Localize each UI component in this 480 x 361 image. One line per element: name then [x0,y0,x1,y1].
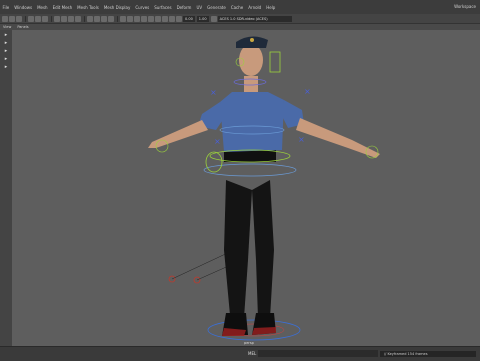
viewport-scene: × × × × [148,36,380,341]
right-leg [252,180,274,318]
color-management-icon[interactable] [210,15,217,22]
toolbar-divider [51,15,52,22]
menu-mesh-tools[interactable]: Mesh Tools [75,5,102,10]
render-settings-icon[interactable] [101,15,107,22]
cog-control[interactable] [203,163,297,177]
menu-arnold[interactable]: Arnold [246,5,264,10]
maya-window: File Windows Mesh Edit Mesh Mesh Tools M… [0,0,480,361]
textured-icon[interactable] [148,15,154,22]
menu-mesh-display[interactable]: Mesh Display [101,5,133,10]
command-line: MEL // Keyframed 154 frames [0,346,480,361]
persp-viewport[interactable]: × × × × persp [12,30,480,346]
command-input[interactable] [258,350,378,357]
lasso-tool-icon[interactable] [9,15,15,22]
panel-menu-panels[interactable]: Panels [14,25,31,29]
smooth-shade-icon[interactable] [141,15,147,22]
snap-curve-icon[interactable] [61,15,67,22]
select-tool-icon[interactable] [2,15,8,22]
shoulder-right-control[interactable]: × [304,87,311,96]
neck [244,76,258,92]
toolbar-divider [84,15,85,22]
left-arm [148,120,208,148]
snap-point-icon[interactable] [68,15,74,22]
menu-edit-mesh[interactable]: Edit Mesh [50,5,75,10]
scale-tool-icon[interactable] [42,15,48,22]
far-clip-field[interactable]: 1.00 [196,15,209,22]
status-line: 0.00 1.00 ACES 1.0 SDR-video (ACES) [0,14,480,24]
menu-bar: File Windows Mesh Edit Mesh Mesh Tools M… [0,0,480,14]
toolbar-divider [117,15,118,22]
menu-surfaces[interactable]: Surfaces [152,5,174,10]
rotate-tool-icon[interactable] [35,15,41,22]
shadows-icon[interactable] [162,15,168,22]
menu-windows[interactable]: Windows [12,5,35,10]
near-clip-field[interactable]: 0.00 [183,15,195,22]
menu-curves[interactable]: Curves [133,5,152,10]
workspace-selector[interactable]: Workspace [454,4,476,9]
toolbox-scale-icon[interactable]: ▸ [3,64,9,70]
menu-cache[interactable]: Cache [228,5,245,10]
toolbox-move-icon[interactable]: ▸ [3,48,9,54]
xray-icon[interactable] [169,15,175,22]
ipr-render-icon[interactable] [94,15,100,22]
isolate-select-icon[interactable] [176,15,182,22]
lighting-icon[interactable] [155,15,161,22]
paint-select-icon[interactable] [16,15,22,22]
menu-uv[interactable]: UV [194,5,205,10]
mel-language-toggle[interactable]: MEL [248,351,256,356]
toolbox: ▸ ▸ ▸ ▸ ▸ [0,30,12,346]
move-tool-icon[interactable] [28,15,34,22]
toolbox-select-icon[interactable]: ▸ [3,32,9,38]
camera-icon[interactable] [120,15,126,22]
left-hip-control[interactable] [205,151,223,173]
elbow-right-control[interactable]: × [298,135,305,144]
shoulder-left-control[interactable]: × [210,88,217,97]
menu-deform[interactable]: Deform [174,5,194,10]
toolbar-divider [25,15,26,22]
menu-help[interactable]: Help [264,5,278,10]
menu-generate[interactable]: Generate [205,5,229,10]
wireframe-icon[interactable] [134,15,140,22]
grid-toggle-icon[interactable] [127,15,133,22]
cap-badge-icon [250,38,254,42]
right-foot-control[interactable] [252,327,276,335]
command-result: // Keyframed 154 frames [380,351,476,357]
menu-mesh[interactable]: Mesh [35,5,51,10]
face-control-box[interactable] [269,51,281,73]
hypershade-icon[interactable] [108,15,114,22]
elbow-left-control[interactable]: × [214,137,221,146]
toolbox-rotate-icon[interactable]: ▸ [3,56,9,62]
panel-menu-view[interactable]: View [0,25,14,29]
snap-plane-icon[interactable] [75,15,81,22]
left-leg [224,180,252,318]
snap-grid-icon[interactable] [54,15,60,22]
right-arm [296,118,380,158]
toolbox-lasso-icon[interactable]: ▸ [3,40,9,46]
menu-file[interactable]: File [0,5,12,10]
camera-name-label: persp [244,341,254,345]
color-space-dropdown[interactable]: ACES 1.0 SDR-video (ACES) [217,15,292,22]
torso-shirt [220,92,284,152]
head [239,44,263,76]
render-icon[interactable] [87,15,93,22]
duty-belt [224,150,276,162]
